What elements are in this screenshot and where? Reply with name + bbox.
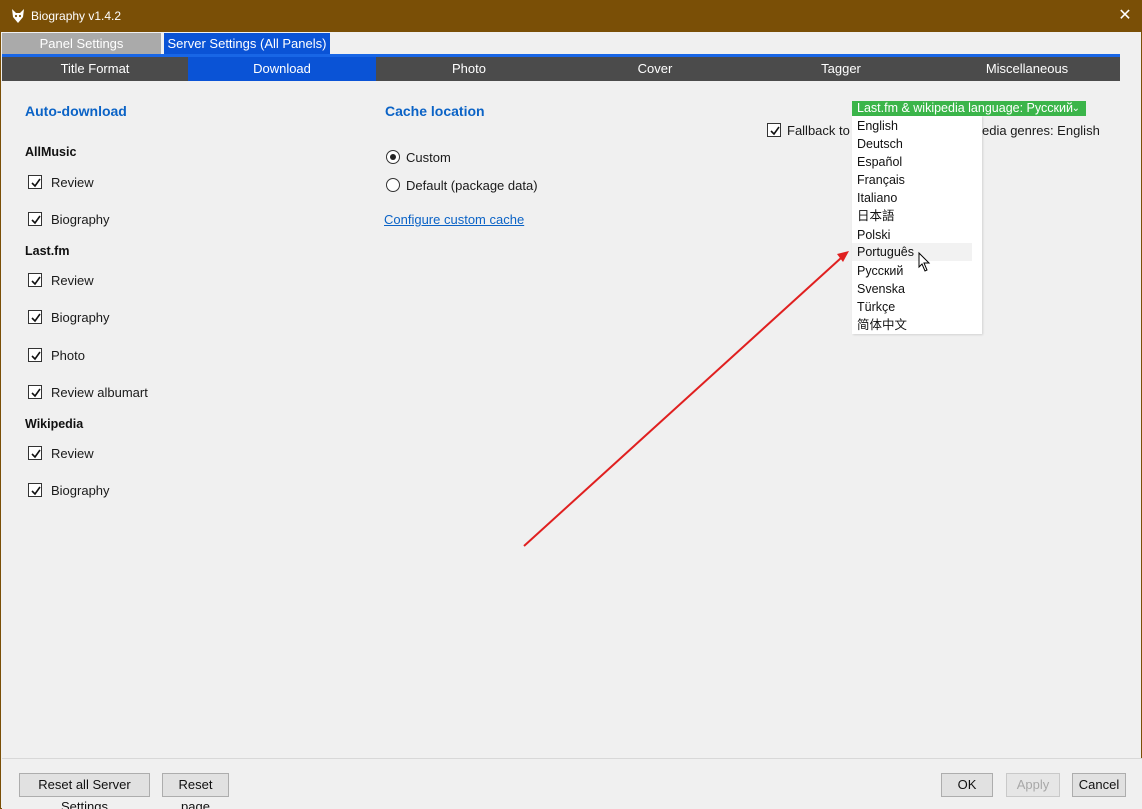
cancel-button[interactable]: Cancel (1072, 773, 1126, 797)
reset-all-server-settings-button[interactable]: Reset all Server Settings (19, 773, 150, 809)
mouse-cursor-icon (918, 251, 931, 272)
apply-button[interactable]: Apply (1006, 773, 1060, 797)
annotation-layer (523, 251, 931, 547)
settings-window: Biography v1.4.2 ✕ Panel Settings Server… (0, 0, 1142, 809)
ok-button[interactable]: OK (941, 773, 993, 797)
reset-page-button[interactable]: Reset page (162, 773, 229, 809)
button-bar: Reset all Server Settings Reset page OK … (2, 758, 1142, 809)
red-arrow-annotation (523, 251, 849, 547)
